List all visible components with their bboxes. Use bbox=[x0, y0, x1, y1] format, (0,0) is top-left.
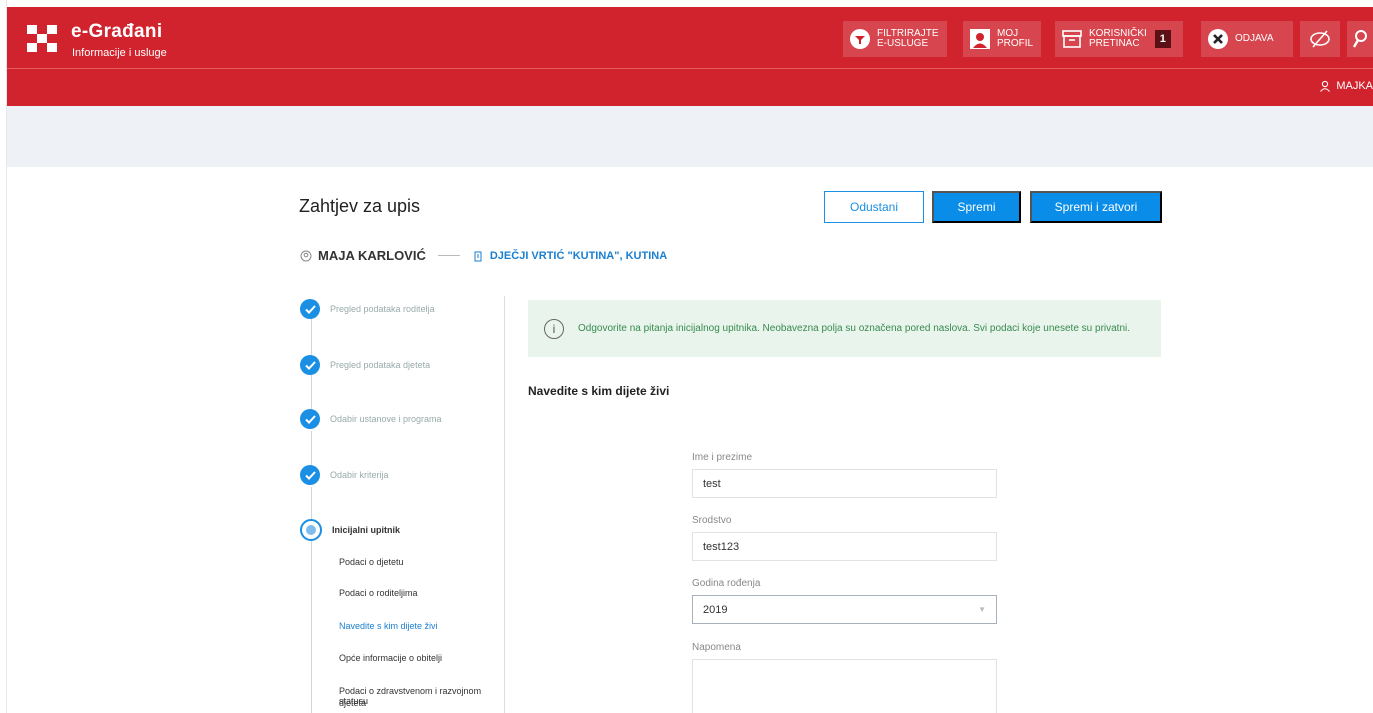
stepper-sidebar: Pregled podataka roditelja Pregled podat… bbox=[300, 296, 505, 713]
save-and-close-button[interactable]: Spremi i zatvori bbox=[1030, 191, 1162, 223]
user-icon bbox=[1320, 80, 1331, 92]
info-banner: i Odgovorite na pitanja inicijalnog upit… bbox=[528, 300, 1161, 357]
profile-icon bbox=[969, 28, 991, 50]
eye-off-icon bbox=[1309, 28, 1331, 50]
check-icon bbox=[300, 465, 320, 485]
inbox-label-2: PRETINAC bbox=[1089, 38, 1140, 49]
filter-services-button[interactable]: FILTRIRAJTE E-USLUGE bbox=[843, 21, 947, 57]
profile-label-2: PROFIL bbox=[997, 38, 1034, 49]
save-button[interactable]: Spremi bbox=[932, 191, 1021, 223]
section-title: Navedite s kim dijete živi bbox=[528, 384, 670, 398]
brand-subtitle: Informacije i usluge bbox=[72, 47, 167, 59]
accessibility-toggle-button[interactable] bbox=[1300, 21, 1340, 57]
breadcrumb-institution: DJEČJI VRTIĆ "KUTINA", KUTINA bbox=[489, 249, 668, 262]
close-icon bbox=[1207, 28, 1229, 50]
page-title: Zahtjev za upis bbox=[299, 196, 421, 216]
check-icon bbox=[300, 355, 320, 375]
info-icon: i bbox=[544, 318, 564, 339]
logout-label: ODJAVA bbox=[1235, 33, 1274, 44]
search-icon bbox=[1352, 28, 1368, 50]
note-label: Napomena bbox=[692, 642, 741, 653]
birth-year-value: 2019 bbox=[703, 603, 728, 616]
step-criteria[interactable]: Odabir kriterija bbox=[300, 465, 389, 485]
user-menu-link[interactable]: MAJKA bbox=[1319, 80, 1373, 92]
info-text: Odgovorite na pitanja inicijalnog upitni… bbox=[578, 322, 1131, 334]
step-child-data[interactable]: Pregled podataka djeteta bbox=[300, 355, 430, 375]
step-label: Odabir kriterija bbox=[330, 470, 389, 480]
filter-label-2: E-USLUGE bbox=[877, 38, 929, 49]
my-profile-button[interactable]: MOJ PROFIL bbox=[963, 21, 1041, 57]
search-button[interactable] bbox=[1347, 21, 1373, 57]
name-input[interactable]: test bbox=[692, 469, 997, 498]
check-icon bbox=[300, 299, 320, 319]
inbox-icon bbox=[1061, 28, 1083, 50]
birth-year-select[interactable]: 2019 ▼ bbox=[692, 595, 997, 624]
substep-parents-data[interactable]: Podaci o roditeljima bbox=[339, 588, 418, 598]
left-edge bbox=[0, 0, 7, 713]
step-initial-questionnaire[interactable]: Inicijalni upitnik bbox=[300, 519, 400, 541]
sub-header-bar bbox=[7, 68, 1373, 106]
birth-year-label: Godina rođenja bbox=[692, 578, 761, 589]
current-step-icon bbox=[300, 519, 322, 541]
brand-title[interactable]: e-Građani bbox=[71, 21, 162, 43]
chevron-down-icon: ▼ bbox=[978, 605, 986, 614]
substep-lives-with[interactable]: Navedite s kim dijete živi bbox=[339, 621, 438, 631]
step-parent-data[interactable]: Pregled podataka roditelja bbox=[300, 299, 435, 319]
top-strip bbox=[0, 0, 1373, 7]
step-label: Odabir ustanove i programa bbox=[330, 414, 442, 424]
stepper-line bbox=[311, 541, 312, 713]
person-icon bbox=[300, 250, 312, 261]
filter-icon bbox=[849, 28, 871, 50]
cancel-button[interactable]: Odustani bbox=[824, 191, 924, 223]
breadcrumb: MAJA KARLOVIĆ DJEČJI VRTIĆ "KUTINA", KUT… bbox=[300, 248, 667, 263]
name-label: Ime i prezime bbox=[692, 452, 753, 463]
relation-input[interactable]: test123 bbox=[692, 532, 997, 561]
inbox-count-badge: 1 bbox=[1154, 30, 1171, 48]
breadcrumb-divider bbox=[437, 255, 460, 256]
croatian-checker-logo-icon[interactable] bbox=[27, 25, 59, 53]
header-bar: e-Građani Informacije i usluge FILTRIRAJ… bbox=[7, 7, 1373, 68]
stepper-line bbox=[311, 318, 312, 360]
building-icon bbox=[474, 251, 482, 261]
substep-child-data[interactable]: Podaci o djetetu bbox=[339, 557, 404, 567]
user-menu-label: MAJKA bbox=[1336, 80, 1373, 92]
breadcrumb-person: MAJA KARLOVIĆ bbox=[318, 248, 426, 263]
logout-button[interactable]: ODJAVA bbox=[1201, 21, 1293, 57]
step-label: Pregled podataka roditelja bbox=[330, 304, 435, 314]
note-textarea[interactable] bbox=[692, 659, 997, 713]
user-inbox-button[interactable]: KORISNIČKI PRETINAC 1 bbox=[1055, 21, 1183, 57]
grey-band bbox=[7, 106, 1373, 167]
check-icon bbox=[300, 409, 320, 429]
step-label: Pregled podataka djeteta bbox=[330, 360, 431, 370]
substep-health-status-cont[interactable]: djeteta bbox=[339, 698, 366, 708]
step-label: Inicijalni upitnik bbox=[332, 525, 401, 535]
step-institution[interactable]: Odabir ustanove i programa bbox=[300, 409, 442, 429]
substep-family-info[interactable]: Opće informacije o obitelji bbox=[339, 653, 442, 663]
relation-label: Srodstvo bbox=[692, 515, 732, 526]
